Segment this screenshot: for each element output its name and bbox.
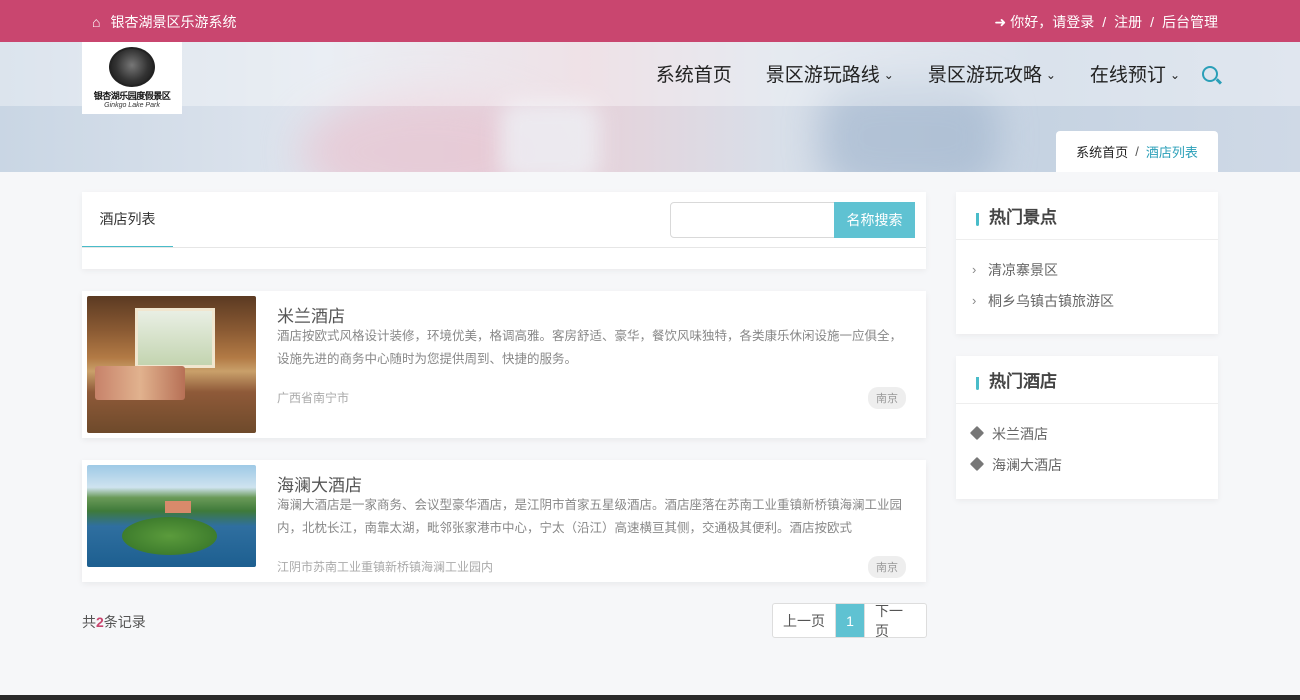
tag-icon — [969, 456, 992, 472]
site-logo[interactable]: 银杏湖乐园度假景区 Ginkgo Lake Park — [82, 42, 182, 114]
scenic-list: › 清凉寨景区 › 桐乡乌镇古镇旅游区 — [956, 240, 1218, 316]
divider: / — [1150, 14, 1154, 30]
chevron-down-icon: ⌄ — [1169, 67, 1180, 82]
chevron-right-icon: › — [972, 293, 977, 308]
list-item[interactable]: › 清凉寨景区 — [972, 254, 1218, 285]
image-building — [165, 501, 191, 513]
image-bed — [95, 366, 185, 400]
top-bar: ⌂ 银杏湖景区乐游系统 ➜ 你好，请登录 / 注册 / 后台管理 — [0, 0, 1300, 42]
list-item[interactable]: 海澜大酒店 — [969, 449, 1218, 480]
logo-name: 银杏湖乐园度假景区 — [93, 91, 171, 101]
admin-link[interactable]: 后台管理 — [1162, 12, 1218, 32]
hotel-description: 海澜大酒店是一家商务、会议型豪华酒店，是江阴市首家五星级酒店。酒店座落在苏南工业… — [277, 498, 903, 535]
city-badge: 南京 — [868, 556, 906, 578]
nav-item-guides[interactable]: 景区游玩攻略 ⌄ — [928, 60, 1056, 87]
register-link[interactable]: 注册 — [1114, 12, 1142, 32]
count-suffix: 条记录 — [103, 614, 146, 630]
home-icon[interactable]: ⌂ — [92, 14, 100, 30]
prev-page-button[interactable]: 上一页 — [773, 604, 836, 637]
image-island — [122, 517, 217, 555]
nav-item-routes[interactable]: 景区游玩路线 ⌄ — [766, 60, 894, 87]
count-prefix: 共 — [82, 614, 96, 630]
search-icon[interactable] — [1202, 65, 1218, 82]
hot-scenic-panel: 热门景点 › 清凉寨景区 › 桐乡乌镇古镇旅游区 — [956, 192, 1218, 334]
hotel-address: 江阴市苏南工业重镇新桥镇海澜工业园内 — [277, 560, 494, 574]
panel-header: 热门景点 — [956, 192, 1218, 240]
login-icon: ➜ — [994, 13, 1007, 30]
chevron-right-icon: › — [972, 262, 977, 277]
breadcrumb-home[interactable]: 系统首页 — [1076, 142, 1128, 161]
hot-hotels-panel: 热门酒店 米兰酒店 海澜大酒店 — [956, 356, 1218, 499]
next-page-button[interactable]: 下一页 — [864, 603, 926, 639]
nav-item-label: 景区游玩攻略 — [927, 65, 1042, 86]
breadcrumb-current: 酒店列表 — [1145, 145, 1198, 160]
chevron-down-icon: ⌄ — [883, 67, 894, 82]
nav-item-label: 系统首页 — [655, 65, 732, 86]
header-banner: 银杏湖乐园度假景区 Ginkgo Lake Park 系统首页 景区游玩路线 ⌄… — [0, 42, 1300, 172]
list-item[interactable]: 米兰酒店 — [969, 418, 1218, 449]
scenic-link[interactable]: 桐乡乌镇古镇旅游区 — [988, 291, 1114, 311]
panel-title: 热门景点 — [989, 208, 1057, 227]
banner-decoration — [500, 102, 600, 172]
image-window — [135, 308, 215, 368]
list-header-panel: 酒店列表 名称搜索 — [82, 192, 926, 269]
logo-subtitle: Ginkgo Lake Park — [104, 102, 160, 109]
hotel-card[interactable]: 米兰酒店 酒店按欧式风格设计装修，环境优美，格调高雅。客房舒适、豪华，餐饮风味独… — [82, 291, 926, 438]
hotel-link[interactable]: 米兰酒店 — [992, 424, 1048, 444]
scenic-link[interactable]: 清凉寨景区 — [988, 260, 1058, 280]
search-input[interactable] — [670, 202, 835, 238]
hotel-list: 米兰酒店 海澜大酒店 — [956, 404, 1218, 480]
hotel-image[interactable] — [87, 296, 256, 433]
pagination: 上一页 1 下一页 — [772, 603, 927, 639]
nav-item-booking[interactable]: 在线预订 ⌄ — [1090, 60, 1180, 87]
hotel-description: 酒店按欧式风格设计装修，环境优美，格调高雅。客房舒适、豪华，餐饮风味独特，各类康… — [277, 329, 903, 366]
panel-title: 热门酒店 — [989, 372, 1057, 391]
tab-divider — [82, 247, 926, 248]
main-nav: 系统首页 景区游玩路线 ⌄ 景区游玩攻略 ⌄ 在线预订 ⌄ — [622, 60, 1218, 87]
breadcrumb-separator: / — [1135, 144, 1139, 159]
login-link[interactable]: 你好，请登录 — [1010, 12, 1094, 32]
hotel-image[interactable] — [87, 465, 256, 567]
site-brand: ⌂ 银杏湖景区乐游系统 — [92, 12, 236, 32]
city-badge: 南京 — [868, 387, 906, 409]
footer-edge — [0, 695, 1300, 700]
tab-hotel-list[interactable]: 酒店列表 — [82, 192, 173, 248]
panel-header: 热门酒店 — [956, 356, 1218, 404]
list-item[interactable]: › 桐乡乌镇古镇旅游区 — [972, 285, 1218, 316]
hotel-address: 广西省南宁市 — [277, 391, 350, 405]
nav-item-home[interactable]: 系统首页 — [656, 60, 732, 87]
nav-item-label: 在线预订 — [1089, 65, 1166, 86]
chevron-down-icon: ⌄ — [1045, 67, 1056, 82]
count-value: 2 — [96, 614, 104, 630]
accent-bar — [976, 369, 979, 390]
name-search-button[interactable]: 名称搜索 — [834, 202, 915, 238]
record-count: 共2条记录 — [82, 612, 146, 632]
user-links: ➜ 你好，请登录 / 注册 / 后台管理 — [994, 12, 1218, 32]
hotel-name[interactable]: 米兰酒店 — [277, 302, 345, 327]
accent-bar — [976, 205, 979, 226]
page-1-button[interactable]: 1 — [836, 604, 864, 637]
logo-emblem-icon — [109, 47, 155, 87]
breadcrumb: 系统首页 / 酒店列表 — [1056, 131, 1218, 172]
hotel-link[interactable]: 海澜大酒店 — [992, 455, 1062, 475]
hotel-card[interactable]: 海澜大酒店 海澜大酒店是一家商务、会议型豪华酒店，是江阴市首家五星级酒店。酒店座… — [82, 460, 926, 582]
nav-item-label: 景区游玩路线 — [765, 65, 880, 86]
hotel-name[interactable]: 海澜大酒店 — [277, 471, 362, 496]
divider: / — [1102, 14, 1107, 30]
tag-icon — [969, 425, 992, 441]
site-name: 银杏湖景区乐游系统 — [110, 14, 237, 30]
